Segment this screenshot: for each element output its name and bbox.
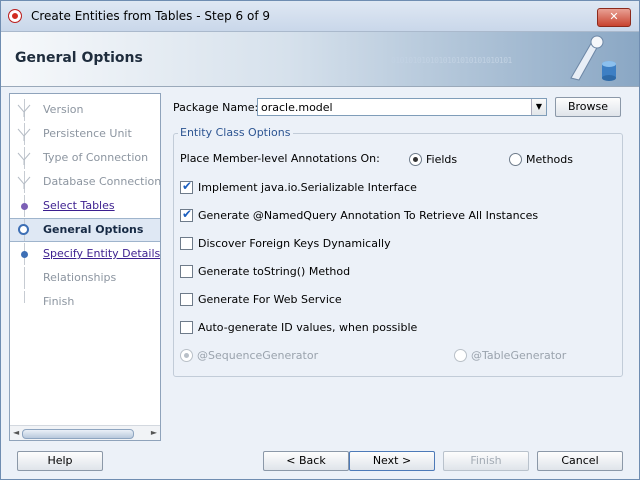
nav-horizontal-scrollbar[interactable]: ◄ ► [10, 425, 160, 440]
nav-step-persistence-unit[interactable]: Persistence Unit [10, 123, 160, 145]
checkbox-auto-generate-id-label[interactable]: Auto-generate ID values, when possible [198, 321, 417, 334]
checkbox-serializable[interactable]: ✔ [180, 179, 193, 194]
nav-step-database-connection[interactable]: Database Connection De [10, 171, 160, 193]
scrollbar-thumb[interactable] [22, 429, 134, 439]
group-title: Entity Class Options [178, 126, 293, 139]
nav-step-label: Specify Entity Details [43, 247, 161, 260]
radio-fields-label[interactable]: Fields [426, 153, 457, 166]
radio-table-generator-label: @TableGenerator [471, 349, 567, 362]
browse-button[interactable]: Browse [555, 97, 621, 117]
cancel-button[interactable]: Cancel [537, 451, 623, 471]
entity-class-options-group: Entity Class Options Place Member-level … [173, 126, 623, 377]
nav-step-label: Database Connection De [43, 175, 161, 188]
step-bullet-icon [21, 203, 28, 210]
nav-step-label: Relationships [43, 271, 117, 284]
nav-step-finish: Finish [10, 291, 160, 313]
header-banner: General Options 010101010101010101010101… [1, 32, 639, 87]
checkbox-foreign-keys-label[interactable]: Discover Foreign Keys Dynamically [198, 237, 391, 250]
help-button[interactable]: Help [17, 451, 103, 471]
close-button[interactable]: ✕ [597, 8, 631, 27]
scroll-right-icon[interactable]: ► [151, 428, 157, 437]
nav-step-label: Persistence Unit [43, 127, 132, 140]
nav-step-label: Finish [43, 295, 75, 308]
radio-methods-label[interactable]: Methods [526, 153, 573, 166]
nav-step-label: Select Tables [43, 199, 115, 212]
radio-fields[interactable] [409, 153, 422, 166]
nav-step-label: Version [43, 103, 84, 116]
checkbox-foreign-keys[interactable] [180, 237, 193, 250]
package-name-label: Package Name: [173, 101, 259, 114]
scroll-left-icon[interactable]: ◄ [13, 428, 19, 437]
checkbox-web-service-label[interactable]: Generate For Web Service [198, 293, 342, 306]
checkbox-tostring[interactable] [180, 265, 193, 278]
package-name-combo[interactable]: oracle.model ▼ [257, 98, 547, 116]
wizard-graphic-icon [570, 35, 616, 81]
wizard-footer: Help < Back Next > Finish Cancel [1, 445, 639, 479]
radio-sequence-generator [180, 349, 193, 362]
back-button[interactable]: < Back [263, 451, 349, 471]
step-done-icon [17, 152, 31, 165]
nav-step-specify-entity-details[interactable]: Specify Entity Details [10, 243, 160, 265]
nav-step-label: General Options [43, 223, 144, 236]
nav-step-relationships: Relationships [10, 267, 160, 289]
nav-step-select-tables[interactable]: Select Tables [10, 195, 160, 217]
checkbox-tostring-label[interactable]: Generate toString() Method [198, 265, 350, 278]
options-content: Package Name: oracle.model ▼ Browse Enti… [165, 93, 631, 439]
radio-methods[interactable] [509, 153, 522, 166]
nav-step-general-options[interactable]: General Options [10, 218, 160, 242]
current-step-icon [18, 224, 29, 235]
page-title: General Options [15, 50, 143, 66]
package-name-value[interactable]: oracle.model [261, 101, 333, 114]
step-done-icon [17, 104, 31, 117]
step-done-icon [17, 128, 31, 141]
check-mark-icon: ✔ [182, 207, 193, 221]
finish-button: Finish [443, 451, 529, 471]
radio-selected-dot [413, 157, 418, 162]
wizard-steps-panel: Version Persistence Unit Type of Connect… [9, 93, 161, 441]
nav-step-version[interactable]: Version [10, 99, 160, 121]
checkbox-auto-generate-id[interactable] [180, 321, 193, 334]
wizard-window: Create Entities from Tables - Step 6 of … [0, 0, 640, 480]
checkbox-serializable-label[interactable]: Implement java.io.Serializable Interface [198, 181, 417, 194]
dropdown-arrow-icon[interactable]: ▼ [531, 99, 546, 115]
annotations-label: Place Member-level Annotations On: [180, 152, 380, 165]
next-button[interactable]: Next > [349, 451, 435, 471]
title-bar: Create Entities from Tables - Step 6 of … [1, 1, 639, 32]
radio-selected-dot [184, 353, 189, 358]
checkbox-web-service[interactable] [180, 293, 193, 306]
step-done-icon [17, 176, 31, 189]
check-mark-icon: ✔ [182, 179, 193, 193]
radio-sequence-generator-label: @SequenceGenerator [197, 349, 319, 362]
step-bullet-icon [21, 251, 28, 258]
window-title: Create Entities from Tables - Step 6 of … [31, 9, 270, 23]
oracle-logo-icon [8, 9, 22, 23]
banner-binary-decoration: 0101010101010101010101010101 [391, 56, 512, 65]
checkbox-named-query-label[interactable]: Generate @NamedQuery Annotation To Retri… [198, 209, 538, 222]
nav-step-label: Type of Connection [43, 151, 149, 164]
nav-step-type-of-connection[interactable]: Type of Connection [10, 147, 160, 169]
checkbox-named-query[interactable]: ✔ [180, 207, 193, 222]
radio-table-generator [454, 349, 467, 362]
